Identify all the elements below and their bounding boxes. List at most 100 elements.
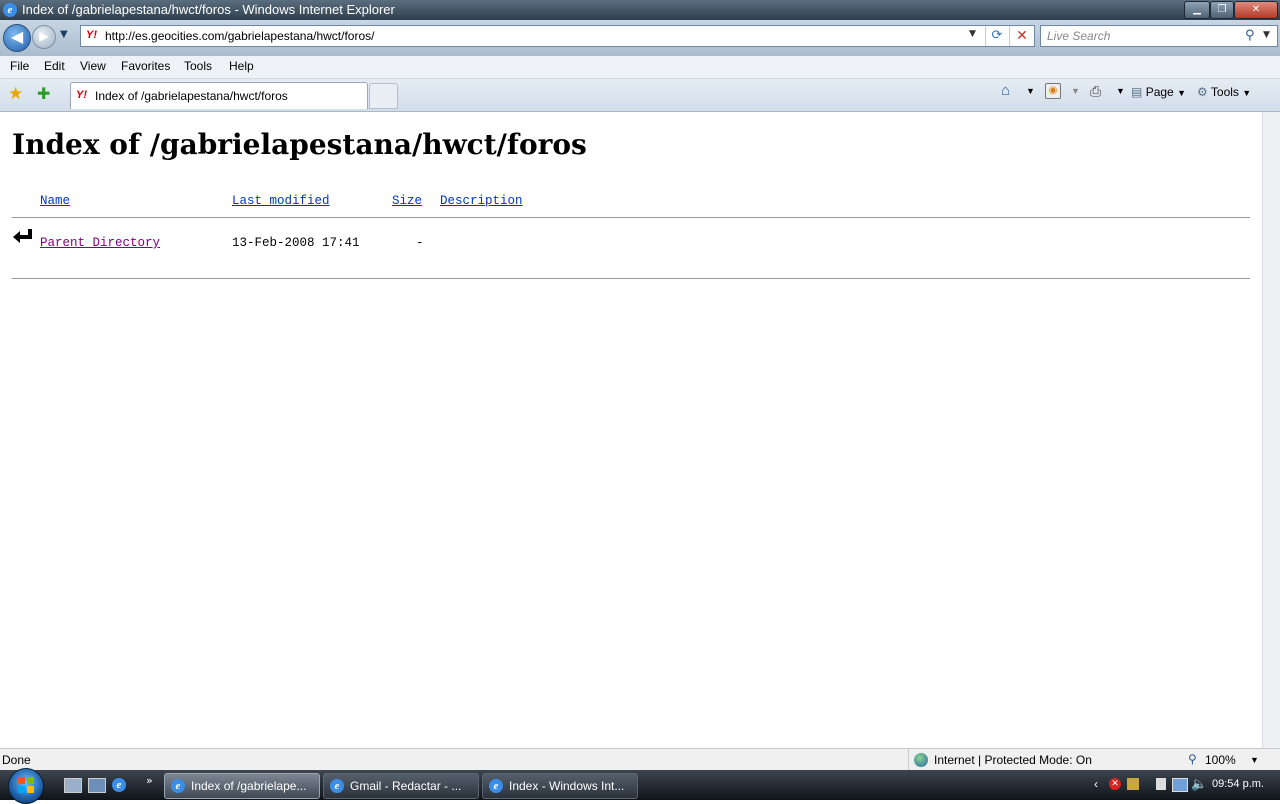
row-size: - [416, 236, 424, 250]
taskbar: e » e Index of /gabrielape... e Gmail - … [0, 768, 1280, 804]
network-icon[interactable] [1172, 778, 1188, 792]
column-header-description[interactable]: Description [440, 194, 523, 208]
menu-edit[interactable]: Edit [44, 59, 65, 73]
search-button[interactable]: ⚲ [1245, 28, 1255, 43]
forward-arrow-icon: ▶ [39, 29, 49, 43]
row-last-modified: 13-Feb-2008 17:41 [232, 236, 360, 250]
print-icon: ⎙ [1090, 83, 1102, 99]
tray-expand-button[interactable]: ‹ [1094, 777, 1098, 791]
new-tab-button[interactable] [369, 83, 398, 109]
url-text[interactable]: http://es.geocities.com/gabrielapestana/… [105, 29, 374, 43]
switch-windows-icon[interactable] [88, 778, 106, 793]
ie-icon[interactable]: e [3, 3, 17, 17]
taskbar-item-index-windows[interactable]: e Index - Windows Int... [482, 773, 638, 799]
parent-directory-icon [12, 228, 34, 248]
refresh-icon: ⟳ [991, 28, 1003, 43]
tools-gear-icon: ⚙ [1197, 85, 1208, 99]
feeds-icon: ◉ [1048, 85, 1058, 96]
power-icon[interactable] [1156, 778, 1166, 790]
page-content: Index of /gabrielapestana/hwct/foros Nam… [0, 112, 1262, 748]
address-bar[interactable]: Y! http://es.geocities.com/gabrielapesta… [80, 25, 1035, 47]
favorites-center-button[interactable]: ★ [8, 84, 23, 104]
page-menu-button[interactable]: ▤ Page ▼ [1131, 85, 1186, 99]
tools-menu-button[interactable]: ⚙ Tools ▼ [1197, 85, 1251, 99]
title-bar: e Index of /gabrielapestana/hwct/foros -… [0, 0, 1280, 20]
quicklaunch-overflow-button[interactable]: » [146, 774, 153, 787]
back-button[interactable]: ◀ [3, 24, 31, 52]
stop-button[interactable]: ✕ [1009, 26, 1034, 46]
zoom-icon: ⚲ [1188, 752, 1197, 766]
add-favorites-icon: ✚ [37, 84, 51, 103]
favorites-star-icon: ★ [8, 84, 24, 104]
tools-menu-label: Tools [1210, 85, 1239, 99]
navigation-bar: ◀ ▶ ▼ Y! http://es.geocities.com/gabriel… [0, 20, 1280, 56]
page-menu-label: Page [1145, 85, 1174, 99]
globe-icon [914, 753, 928, 767]
window-title: Index of /gabrielapestana/hwct/foros - W… [22, 2, 395, 17]
page-icon: ▤ [1131, 85, 1143, 99]
search-box[interactable]: Live Search ⚲ ▼ [1040, 25, 1278, 47]
windows-logo-icon [18, 777, 34, 793]
tab-bar: ★ ✚ Y! Index of /gabrielapestana/hwct/fo… [0, 79, 1280, 112]
volume-icon[interactable]: 🔈 [1191, 776, 1207, 792]
history-dropdown-button[interactable]: ▼ [60, 29, 68, 40]
refresh-button[interactable]: ⟳ [985, 26, 1008, 46]
yahoo-icon: Y! [86, 29, 97, 41]
menu-favorites[interactable]: Favorites [121, 59, 170, 73]
menu-help[interactable]: Help [229, 59, 254, 73]
menu-bar: File Edit View Favorites Tools Help [0, 56, 1280, 79]
ie-quicklaunch-icon[interactable]: e [112, 778, 126, 792]
taskbar-item-label: Gmail - Redactar - ... [350, 779, 462, 793]
search-input[interactable]: Live Search [1047, 29, 1110, 43]
forward-button[interactable]: ▶ [32, 25, 56, 49]
taskbar-item-index[interactable]: e Index of /gabrielape... [164, 773, 320, 799]
column-header-last-modified[interactable]: Last modified [232, 194, 330, 208]
security-alert-icon[interactable]: ✕ [1109, 778, 1121, 790]
ie-icon: e [171, 779, 185, 793]
stop-icon: ✕ [1016, 28, 1028, 44]
footer-divider [12, 278, 1250, 279]
address-dropdown-button[interactable]: ▼ [969, 29, 976, 39]
security-zone[interactable]: Internet | Protected Mode: On [934, 753, 1092, 767]
add-favorites-button[interactable]: ✚ [37, 84, 50, 103]
feeds-dropdown[interactable]: ▼ [1071, 86, 1080, 96]
taskbar-item-gmail[interactable]: e Gmail - Redactar - ... [323, 773, 479, 799]
clock[interactable]: 09:54 p.m. [1212, 778, 1264, 790]
column-header-name[interactable]: Name [40, 194, 70, 208]
status-text: Done [2, 753, 31, 767]
tray-app-icon[interactable] [1127, 778, 1139, 790]
close-window-button[interactable]: ✕ [1234, 1, 1278, 19]
back-arrow-icon: ◀ [10, 27, 24, 46]
home-icon: ⌂ [1001, 82, 1011, 99]
parent-directory-link[interactable]: Parent Directory [40, 236, 160, 250]
vertical-scrollbar[interactable] [1262, 112, 1280, 748]
yahoo-icon: Y! [76, 89, 87, 101]
tab-label: Index of /gabrielapestana/hwct/foros [95, 89, 288, 103]
minimize-button[interactable]: ▁ [1184, 1, 1210, 19]
print-dropdown[interactable]: ▼ [1116, 86, 1125, 96]
column-header-size[interactable]: Size [392, 194, 422, 208]
menu-file[interactable]: File [10, 59, 29, 73]
maximize-button[interactable]: ❐ [1210, 1, 1234, 19]
zoom-dropdown[interactable]: ▼ [1250, 755, 1259, 765]
search-icon: ⚲ [1245, 28, 1255, 43]
menu-tools[interactable]: Tools [184, 59, 212, 73]
home-dropdown[interactable]: ▼ [1026, 86, 1035, 96]
feeds-button[interactable]: ◉ [1045, 83, 1061, 99]
status-divider [908, 749, 909, 771]
print-button[interactable]: ⎙ [1090, 83, 1101, 100]
show-desktop-icon[interactable] [64, 778, 82, 793]
header-divider [12, 217, 1250, 218]
tab-active[interactable]: Y! Index of /gabrielapestana/hwct/foros [70, 82, 368, 109]
zoom-level[interactable]: 100% [1205, 753, 1236, 767]
status-bar: Done Internet | Protected Mode: On ⚲ 100… [0, 748, 1280, 771]
home-button[interactable]: ⌂ [1001, 82, 1010, 99]
search-options-button[interactable]: ▼ [1263, 30, 1270, 40]
ie-icon: e [330, 779, 344, 793]
start-button[interactable] [8, 768, 44, 804]
taskbar-item-label: Index - Windows Int... [509, 779, 625, 793]
taskbar-item-label: Index of /gabrielape... [191, 779, 307, 793]
page-title: Index of /gabrielapestana/hwct/foros [12, 128, 587, 161]
menu-view[interactable]: View [80, 59, 106, 73]
ie-icon: e [489, 779, 503, 793]
